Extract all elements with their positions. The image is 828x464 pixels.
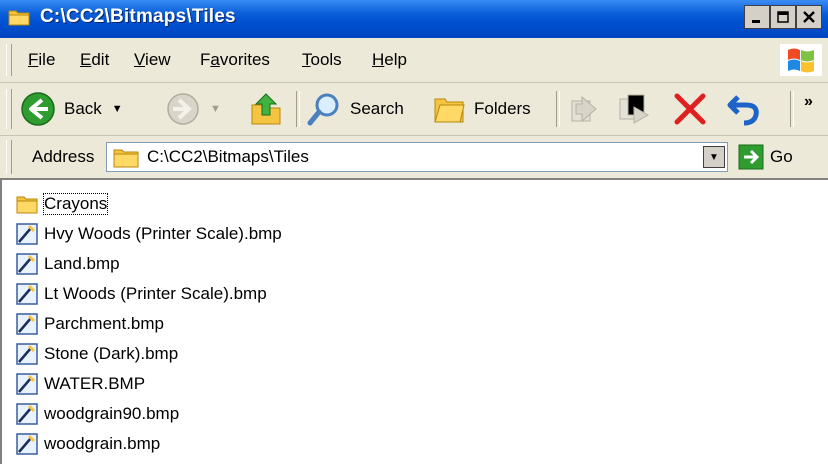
- list-item[interactable]: Lt Woods (Printer Scale).bmp: [16, 280, 267, 308]
- menu-tools[interactable]: Tools: [302, 50, 342, 70]
- menu-favorites[interactable]: Favorites: [200, 50, 270, 70]
- search-button[interactable]: Search: [306, 89, 404, 129]
- menu-bar: File Edit View Favorites Tools Help: [0, 38, 828, 83]
- undo-button[interactable]: [726, 89, 762, 129]
- file-name: Stone (Dark).bmp: [44, 344, 179, 363]
- list-item[interactable]: Parchment.bmp: [16, 310, 164, 338]
- file-name: woodgrain.bmp: [44, 434, 161, 453]
- forward-button[interactable]: ▼: [166, 89, 221, 129]
- menu-view[interactable]: View: [134, 50, 171, 70]
- folder-icon: [8, 10, 30, 26]
- search-label: Search: [350, 99, 404, 118]
- file-name: woodgrain90.bmp: [44, 404, 180, 423]
- windows-logo: [780, 44, 822, 76]
- bitmap-file-icon: [16, 223, 38, 245]
- folders-label: Folders: [474, 99, 531, 118]
- menu-help[interactable]: Help: [372, 50, 407, 70]
- toolbar-grip[interactable]: [6, 89, 12, 129]
- copy-to-button[interactable]: [616, 89, 652, 129]
- file-name: Crayons: [42, 193, 109, 215]
- toolbar-separator: [296, 91, 300, 127]
- bitmap-file-icon: [16, 343, 38, 365]
- menu-edit[interactable]: Edit: [80, 50, 109, 70]
- folders-button[interactable]: Folders: [432, 89, 531, 129]
- bitmap-file-icon: [16, 373, 38, 395]
- close-button[interactable]: [796, 5, 822, 29]
- back-label: Back: [64, 99, 102, 118]
- bitmap-file-icon: [16, 313, 38, 335]
- file-name: WATER.BMP: [44, 374, 146, 393]
- close-icon: [803, 11, 815, 23]
- back-button[interactable]: Back ▼: [20, 89, 123, 129]
- back-arrow-icon: [21, 92, 55, 126]
- folder-icon: [16, 196, 38, 214]
- up-folder-icon: [251, 93, 281, 125]
- list-item[interactable]: Stone (Dark).bmp: [16, 340, 178, 368]
- standard-toolbar: Back ▼ ▼ Search Folders »: [0, 83, 828, 136]
- toolbar-overflow-chevron[interactable]: »: [804, 93, 813, 111]
- toolbar-separator: [790, 91, 794, 127]
- delete-icon: [674, 93, 706, 125]
- forward-arrow-icon: [167, 93, 199, 125]
- menu-file[interactable]: File: [28, 50, 55, 70]
- window-controls: [744, 5, 822, 31]
- back-dropdown-icon[interactable]: ▼: [112, 103, 123, 115]
- list-item[interactable]: Land.bmp: [16, 250, 120, 278]
- forward-dropdown-icon[interactable]: ▼: [210, 103, 221, 115]
- list-item[interactable]: WATER.BMP: [16, 370, 145, 398]
- folders-icon: [434, 98, 465, 123]
- file-name: Lt Woods (Printer Scale).bmp: [44, 284, 267, 303]
- list-item[interactable]: woodgrain90.bmp: [16, 400, 179, 428]
- address-dropdown-button[interactable]: ▼: [703, 146, 725, 168]
- toolbar-separator: [556, 91, 560, 127]
- explorer-window: C:\CC2\Bitmaps\Tiles File Edit View Favo…: [0, 0, 828, 464]
- up-folder-button[interactable]: [248, 89, 284, 129]
- move-to-button[interactable]: [566, 89, 602, 129]
- go-label: Go: [770, 147, 793, 166]
- file-name: Land.bmp: [44, 254, 120, 273]
- address-bar: Address C:\CC2\Bitmaps\Tiles ▼ Go: [0, 136, 828, 180]
- bitmap-file-icon: [16, 283, 38, 305]
- go-arrow-icon: [738, 144, 764, 170]
- file-name: Hvy Woods (Printer Scale).bmp: [44, 224, 282, 243]
- bitmap-file-icon: [16, 253, 38, 275]
- window-title: C:\CC2\Bitmaps\Tiles: [40, 6, 236, 27]
- list-item[interactable]: woodgrain.bmp: [16, 430, 160, 458]
- maximize-button[interactable]: [770, 5, 796, 29]
- bitmap-file-icon: [16, 403, 38, 425]
- folder-icon: [113, 149, 139, 168]
- windows-flag-icon: [788, 48, 814, 73]
- delete-button[interactable]: [672, 89, 708, 129]
- search-icon: [307, 93, 339, 126]
- file-name: Parchment.bmp: [44, 314, 164, 333]
- chevron-down-icon: ▼: [709, 151, 719, 163]
- bitmap-file-icon: [16, 433, 38, 455]
- minimize-icon: [752, 20, 760, 23]
- list-item[interactable]: Hvy Woods (Printer Scale).bmp: [16, 220, 282, 248]
- minimize-button[interactable]: [744, 5, 770, 29]
- copy-to-icon: [619, 94, 650, 124]
- menu-grip[interactable]: [6, 44, 12, 76]
- list-item[interactable]: Crayons: [16, 190, 109, 218]
- address-grip[interactable]: [6, 140, 12, 174]
- address-value: C:\CC2\Bitmaps\Tiles: [147, 147, 309, 166]
- address-input[interactable]: C:\CC2\Bitmaps\Tiles ▼: [106, 142, 728, 172]
- go-button[interactable]: Go: [738, 143, 793, 171]
- file-list: Crayons Hvy Woods (Printer Scale).bmp La…: [0, 180, 828, 464]
- title-bar[interactable]: C:\CC2\Bitmaps\Tiles: [0, 0, 828, 38]
- move-to-icon: [571, 95, 597, 123]
- undo-icon: [727, 95, 759, 126]
- maximize-icon: [777, 11, 789, 23]
- address-label: Address: [32, 147, 95, 166]
